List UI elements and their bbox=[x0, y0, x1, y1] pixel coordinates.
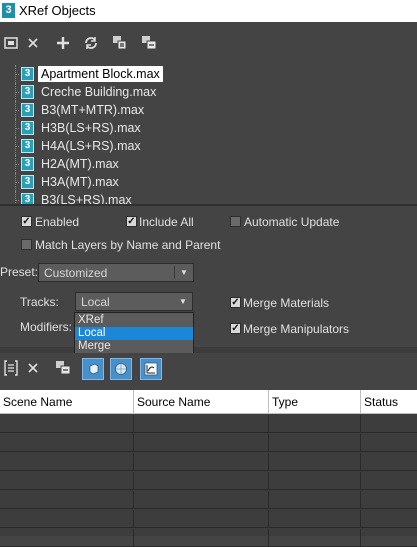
automatic-update-checkbox[interactable] bbox=[230, 216, 241, 227]
preset-dropdown[interactable]: Customized ▼ bbox=[38, 263, 194, 282]
chevron-down-icon: ▼ bbox=[180, 268, 188, 277]
table-row[interactable] bbox=[0, 453, 417, 471]
tree-item-label[interactable]: H4A(LS+RS).max bbox=[38, 138, 144, 154]
column-header-source-name[interactable]: Source Name bbox=[134, 390, 269, 414]
remove-icon[interactable] bbox=[22, 32, 44, 54]
tree-item-label[interactable]: B3(MT+MTR).max bbox=[38, 102, 147, 118]
tree-item-label[interactable]: Creche Building.max bbox=[38, 84, 159, 100]
column-header-scene-name[interactable]: Scene Name bbox=[0, 390, 134, 414]
window-title: XRef Objects bbox=[19, 3, 96, 18]
enabled-label: Enabled bbox=[35, 215, 80, 229]
modifiers-label: Modifiers: bbox=[20, 320, 73, 334]
table-row[interactable] bbox=[0, 491, 417, 509]
include-all-checkbox[interactable]: ✓ bbox=[126, 216, 137, 227]
table-row[interactable] bbox=[0, 415, 417, 433]
tree-item-label[interactable]: H3A(MT).max bbox=[38, 174, 122, 190]
table-row[interactable] bbox=[0, 510, 417, 528]
merge-materials-checkbox[interactable]: ✓ bbox=[230, 297, 241, 308]
tree-item[interactable]: 3 Apartment Block.max bbox=[0, 65, 417, 83]
table-row[interactable] bbox=[0, 434, 417, 452]
column-header-type[interactable]: Type bbox=[269, 390, 361, 414]
entities-toolbar bbox=[0, 353, 417, 389]
match-layers-checkbox[interactable] bbox=[21, 239, 32, 250]
dropdown-option-xref[interactable]: XRef bbox=[75, 314, 193, 327]
tree-item[interactable]: 3 H2A(MT).max bbox=[0, 155, 417, 173]
max-file-icon: 3 bbox=[21, 175, 34, 189]
merge-entity-icon[interactable] bbox=[52, 357, 74, 379]
merge-manipulators-checkbox[interactable]: ✓ bbox=[230, 323, 241, 334]
list-icon[interactable] bbox=[0, 357, 22, 379]
table-row[interactable] bbox=[0, 529, 417, 547]
match-layers-label: Match Layers by Name and Parent bbox=[35, 238, 221, 252]
max-file-icon: 3 bbox=[21, 103, 34, 117]
tree-item[interactable]: 3 B3(MT+MTR).max bbox=[0, 101, 417, 119]
preset-value: Customized bbox=[44, 266, 108, 280]
merge-manipulators-label: Merge Manipulators bbox=[243, 322, 350, 336]
table-header: Scene Name Source Name Type Status bbox=[0, 390, 417, 414]
preset-label: Preset: bbox=[0, 265, 39, 279]
panel-divider bbox=[0, 204, 417, 206]
top-toolbar bbox=[0, 22, 417, 62]
tracks-label: Tracks: bbox=[20, 295, 59, 309]
tree-item-label[interactable]: H3B(LS+RS).max bbox=[38, 120, 144, 136]
tree-item[interactable]: 3 H3A(MT).max bbox=[0, 173, 417, 191]
remove-entity-icon[interactable] bbox=[22, 357, 44, 379]
refresh-icon[interactable] bbox=[80, 32, 102, 54]
tracks-dropdown[interactable]: Local ▼ bbox=[75, 292, 193, 311]
dropdown-option-merge[interactable]: Merge bbox=[75, 340, 193, 353]
tree-item[interactable]: 3 Creche Building.max bbox=[0, 83, 417, 101]
max-file-icon: 3 bbox=[21, 139, 34, 153]
3ds-max-icon: 3 bbox=[2, 3, 15, 18]
automatic-update-label: Automatic Update bbox=[244, 215, 340, 229]
enabled-checkbox[interactable]: ✓ bbox=[21, 216, 32, 227]
max-file-icon: 3 bbox=[21, 121, 34, 135]
convert-selected-icon[interactable] bbox=[109, 32, 131, 54]
display-materials-icon[interactable] bbox=[110, 358, 132, 380]
dropdown-option-local[interactable]: Local bbox=[75, 327, 193, 340]
max-file-icon: 3 bbox=[21, 67, 34, 81]
add-icon[interactable] bbox=[52, 32, 74, 54]
title-bar: 3 XRef Objects bbox=[0, 0, 417, 22]
tree-item-label[interactable]: H2A(MT).max bbox=[38, 156, 122, 172]
entities-table[interactable]: Scene Name Source Name Type Status bbox=[0, 390, 417, 547]
merge-materials-label: Merge Materials bbox=[243, 296, 330, 310]
column-header-status[interactable]: Status bbox=[361, 390, 417, 414]
xref-file-tree[interactable]: 3 Apartment Block.max 3 Creche Building.… bbox=[0, 62, 417, 204]
tree-item[interactable]: 3 H4A(LS+RS).max bbox=[0, 137, 417, 155]
tree-item[interactable]: 3 H3B(LS+RS).max bbox=[0, 119, 417, 137]
include-all-label: Include All bbox=[139, 215, 194, 229]
table-row[interactable] bbox=[0, 472, 417, 490]
tree-item-label[interactable]: B3(LS+RS).max bbox=[38, 192, 135, 204]
tracks-dropdown-list[interactable]: XRef Local Merge bbox=[74, 312, 194, 354]
merge-in-scene-icon[interactable] bbox=[138, 32, 160, 54]
tracks-value: Local bbox=[81, 295, 110, 309]
display-objects-icon[interactable] bbox=[82, 358, 104, 380]
tree-item[interactable]: 3 B3(LS+RS).max bbox=[0, 191, 417, 204]
max-file-icon: 3 bbox=[21, 157, 34, 171]
chevron-down-icon: ▼ bbox=[179, 297, 187, 306]
display-controllers-icon[interactable] bbox=[140, 358, 162, 380]
max-file-icon: 3 bbox=[21, 193, 34, 204]
tree-item-label[interactable]: Apartment Block.max bbox=[38, 66, 163, 82]
add-xref-object-icon[interactable] bbox=[0, 32, 22, 54]
max-file-icon: 3 bbox=[21, 85, 34, 99]
